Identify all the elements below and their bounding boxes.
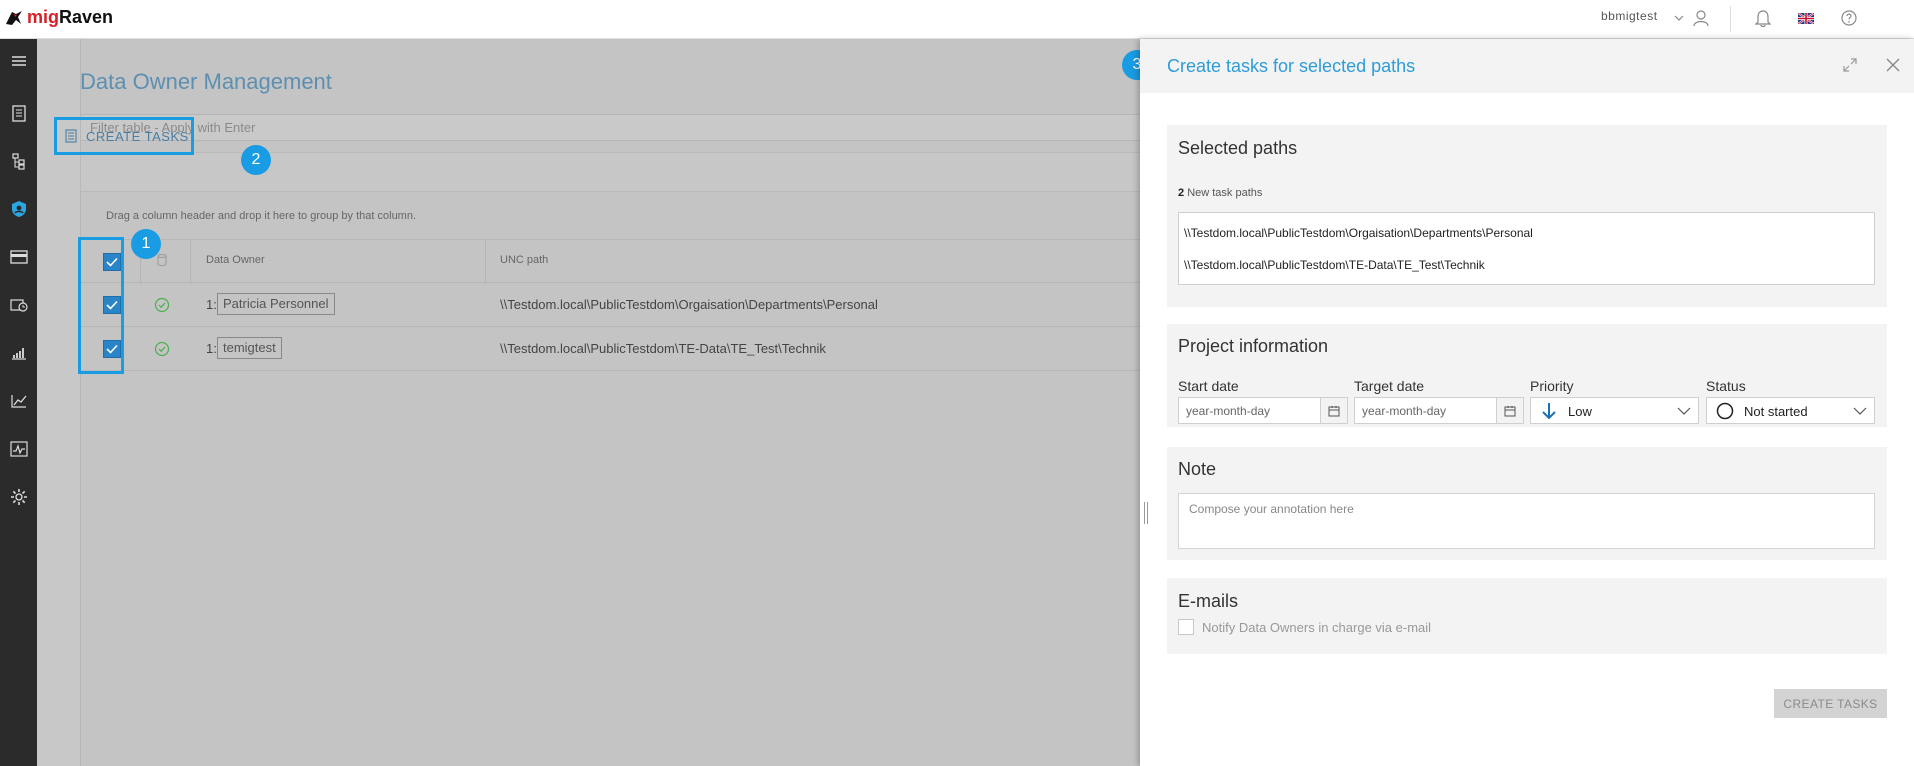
raven-logo-icon — [6, 10, 22, 25]
calendar-icon[interactable] — [1320, 398, 1347, 423]
chevron-down-icon — [1852, 403, 1868, 419]
calendar-icon[interactable] — [1496, 398, 1523, 423]
table-row[interactable]: 1: temigtest \\Testdom.local\PublicTestd… — [80, 327, 1150, 371]
bell-icon[interactable] — [1751, 6, 1775, 30]
app-name: migRaven — [27, 7, 114, 27]
clipboard-icon — [65, 129, 77, 143]
status-ok-icon — [154, 341, 170, 357]
notify-owners-label: Notify Data Owners in charge via e-mail — [1202, 620, 1432, 635]
data-owner-shield-icon[interactable] — [5, 195, 32, 222]
status-select[interactable]: Not started — [1706, 397, 1875, 424]
step-badge-1: 1 — [131, 229, 161, 259]
priority-value: Low — [1568, 404, 1592, 419]
username[interactable]: bbmigtest — [1601, 9, 1658, 23]
selected-paths-section: Selected paths 2 New task paths \\Testdo… — [1167, 125, 1887, 307]
target-date-placeholder: year-month-day — [1362, 404, 1447, 418]
circle-status-icon — [1715, 402, 1735, 420]
submit-create-tasks-button[interactable]: CREATE TASKS — [1774, 689, 1887, 718]
group-by-hint: Drag a column header and drop it here to… — [106, 210, 417, 222]
target-date-label: Target date — [1354, 378, 1425, 394]
table-header: Data Owner UNC path — [80, 239, 1150, 284]
column-divider — [190, 240, 191, 284]
status-label: Status — [1706, 378, 1746, 394]
top-bar: migRaven bbmigtest — [0, 0, 1914, 39]
notify-owners-checkbox[interactable] — [1178, 619, 1194, 635]
settings-gear-icon[interactable] — [5, 483, 32, 510]
column-header-data-owner[interactable]: Data Owner — [206, 254, 265, 266]
card-icon[interactable] — [5, 243, 32, 270]
column-divider — [485, 240, 486, 284]
panel-header: Create tasks for selected paths — [1140, 39, 1914, 93]
sidebar — [0, 39, 37, 766]
path-item: \\Testdom.local\PublicTestdom\TE-Data\TE… — [1184, 258, 1485, 272]
create-tasks-panel: Create tasks for selected paths Selected… — [1140, 39, 1914, 766]
note-section: Note Compose your annotation here — [1167, 447, 1887, 560]
chevron-down-icon — [1676, 403, 1692, 419]
priority-label: Priority — [1530, 378, 1574, 394]
target-date-field[interactable]: year-month-day — [1354, 397, 1524, 424]
content-area — [80, 39, 1140, 766]
note-placeholder: Compose your annotation here — [1189, 502, 1354, 516]
path-item: \\Testdom.local\PublicTestdom\Orgaisatio… — [1184, 226, 1533, 240]
chevron-down-icon[interactable] — [1667, 6, 1691, 30]
start-date-label: Start date — [1178, 378, 1239, 394]
owner-index: 1: — [206, 297, 217, 312]
expand-icon[interactable] — [1840, 55, 1860, 75]
close-icon[interactable] — [1883, 55, 1903, 75]
create-tasks-label: CREATE TASKS — [86, 128, 189, 144]
main-content: Data Owner Management Filter table - App… — [37, 39, 1150, 766]
note-title: Note — [1178, 459, 1217, 479]
column-settings-icon[interactable] — [156, 253, 168, 267]
owner-tag[interactable]: temigtest — [217, 337, 282, 359]
header-divider — [1730, 6, 1731, 32]
checkbox-highlight — [78, 237, 124, 374]
start-date-placeholder: year-month-day — [1186, 404, 1271, 418]
arrow-down-icon — [1539, 402, 1559, 420]
owner-index: 1: — [206, 341, 217, 356]
emails-title: E-mails — [1178, 591, 1239, 611]
project-info-section: Project information Start date year-mont… — [1167, 324, 1887, 427]
create-tasks-button[interactable]: CREATE TASKS — [54, 117, 194, 155]
page-title: Data Owner Management — [80, 69, 332, 94]
clipboard-icon[interactable] — [5, 99, 32, 126]
step-badge-2: 2 — [241, 145, 271, 175]
help-icon[interactable] — [1837, 6, 1861, 30]
scheduled-report-icon[interactable] — [5, 291, 32, 318]
status-value: Not started — [1744, 404, 1808, 419]
user-icon[interactable] — [1689, 6, 1713, 30]
emails-section: E-mails Notify Data Owners in charge via… — [1167, 578, 1887, 654]
bar-chart-icon[interactable] — [5, 339, 32, 366]
app-logo[interactable]: migRaven — [4, 7, 113, 28]
unc-path-cell: \\Testdom.local\PublicTestdom\TE-Data\TE… — [500, 341, 826, 356]
priority-select[interactable]: Low — [1530, 397, 1699, 424]
uk-flag-icon[interactable] — [1794, 6, 1818, 30]
panel-resize-handle[interactable] — [1144, 502, 1148, 524]
status-ok-icon — [154, 297, 170, 313]
selected-paths-title: Selected paths — [1178, 138, 1298, 158]
monitor-icon[interactable] — [5, 435, 32, 462]
owner-tag[interactable]: Patricia Personnel — [217, 293, 335, 315]
paths-list: \\Testdom.local\PublicTestdom\Orgaisatio… — [1178, 212, 1875, 285]
table-row[interactable]: 1: Patricia Personnel \\Testdom.local\Pu… — [80, 283, 1150, 327]
paths-count: 2 New task paths — [1178, 187, 1263, 199]
menu-icon[interactable] — [5, 47, 32, 74]
column-header-unc-path[interactable]: UNC path — [500, 254, 548, 266]
filter-input[interactable]: Filter table - Apply with Enter — [80, 114, 1150, 141]
line-chart-icon[interactable] — [5, 387, 32, 414]
start-date-field[interactable]: year-month-day — [1178, 397, 1348, 424]
unc-path-cell: \\Testdom.local\PublicTestdom\Orgaisatio… — [500, 297, 878, 312]
panel-title: Create tasks for selected paths — [1167, 56, 1416, 76]
project-info-title: Project information — [1178, 336, 1329, 356]
folder-tree-icon[interactable] — [5, 147, 32, 174]
note-textarea[interactable]: Compose your annotation here — [1178, 493, 1875, 549]
